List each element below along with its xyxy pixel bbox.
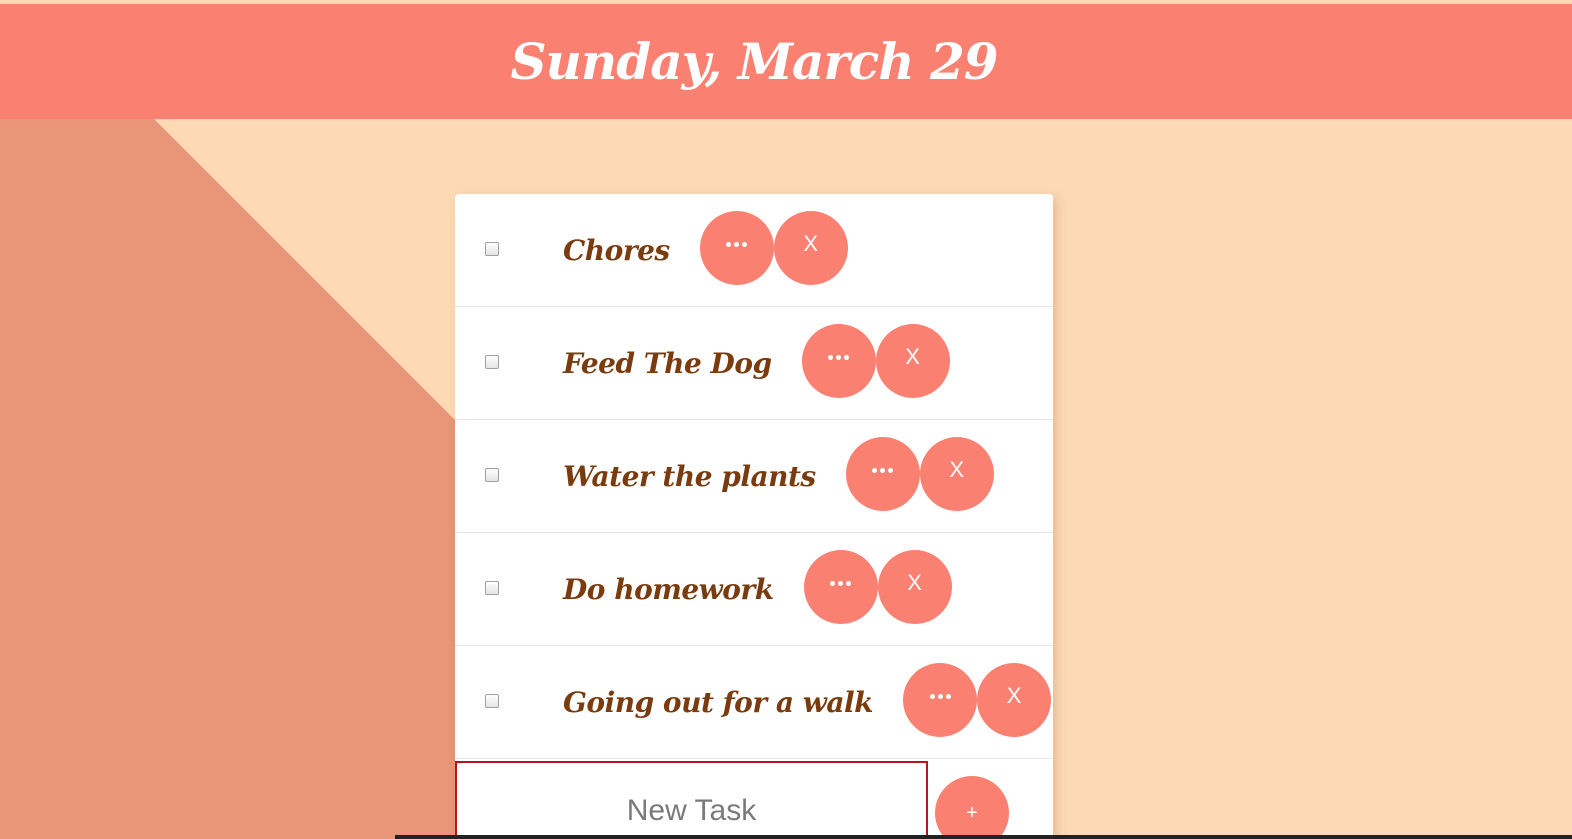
task-actions: X xyxy=(803,550,952,624)
task-label: Going out for a walk xyxy=(563,685,874,719)
close-icon: X xyxy=(803,231,818,256)
ellipsis-icon xyxy=(726,241,748,247)
close-icon: X xyxy=(907,570,922,595)
delete-task-button[interactable]: X xyxy=(977,663,1052,737)
task-item: Feed The Dog X xyxy=(563,324,950,398)
ellipsis-icon xyxy=(929,693,951,699)
task-checkbox[interactable] xyxy=(485,694,499,708)
task-actions: X xyxy=(903,663,1052,737)
close-icon: X xyxy=(1006,683,1022,708)
delete-task-button[interactable]: X xyxy=(773,211,848,285)
add-task-button[interactable]: + xyxy=(935,776,1009,839)
close-icon: X xyxy=(949,457,965,482)
task-checkbox[interactable] xyxy=(485,581,499,595)
task-checkbox[interactable] xyxy=(485,468,499,482)
task-row: Do homework X xyxy=(455,533,1053,646)
ellipsis-icon xyxy=(830,580,852,586)
task-actions: X xyxy=(699,211,848,285)
task-label: Do homework xyxy=(563,572,774,606)
task-row: Going out for a walk X xyxy=(455,646,1053,759)
close-icon: X xyxy=(905,344,920,369)
task-label: Feed The Dog xyxy=(563,346,772,380)
task-checkbox[interactable] xyxy=(485,355,499,369)
delete-task-button[interactable]: X xyxy=(877,550,952,624)
task-label: Water the plants xyxy=(563,459,816,493)
delete-task-button[interactable]: X xyxy=(919,437,994,511)
task-row: Chores X xyxy=(455,194,1053,307)
new-task-input[interactable] xyxy=(455,761,928,839)
delete-task-button[interactable]: X xyxy=(875,324,950,398)
more-options-button[interactable] xyxy=(845,437,920,511)
plus-icon: + xyxy=(966,801,978,824)
more-options-button[interactable] xyxy=(801,324,876,398)
page-title: Sunday, March 29 xyxy=(510,32,998,91)
more-options-button[interactable] xyxy=(803,550,878,624)
task-item: Chores X xyxy=(563,211,848,285)
ellipsis-icon xyxy=(872,467,894,473)
more-options-button[interactable] xyxy=(903,663,978,737)
task-label: Chores xyxy=(563,233,670,267)
bottom-edge xyxy=(395,835,1572,839)
task-item: Do homework X xyxy=(563,550,952,624)
task-row: Water the plants X xyxy=(455,420,1053,533)
task-item: Going out for a walk X xyxy=(563,663,1052,737)
more-options-button[interactable] xyxy=(699,211,774,285)
task-actions: X xyxy=(845,437,994,511)
new-task-row: + xyxy=(455,759,1053,839)
task-row: Feed The Dog X xyxy=(455,307,1053,420)
task-item: Water the plants X xyxy=(563,437,994,511)
task-actions: X xyxy=(801,324,950,398)
todo-card: Chores X Feed The Dog X Water the plants… xyxy=(455,194,1053,839)
task-checkbox[interactable] xyxy=(485,242,499,256)
date-header: Sunday, March 29 xyxy=(0,4,1572,119)
ellipsis-icon xyxy=(828,354,850,360)
